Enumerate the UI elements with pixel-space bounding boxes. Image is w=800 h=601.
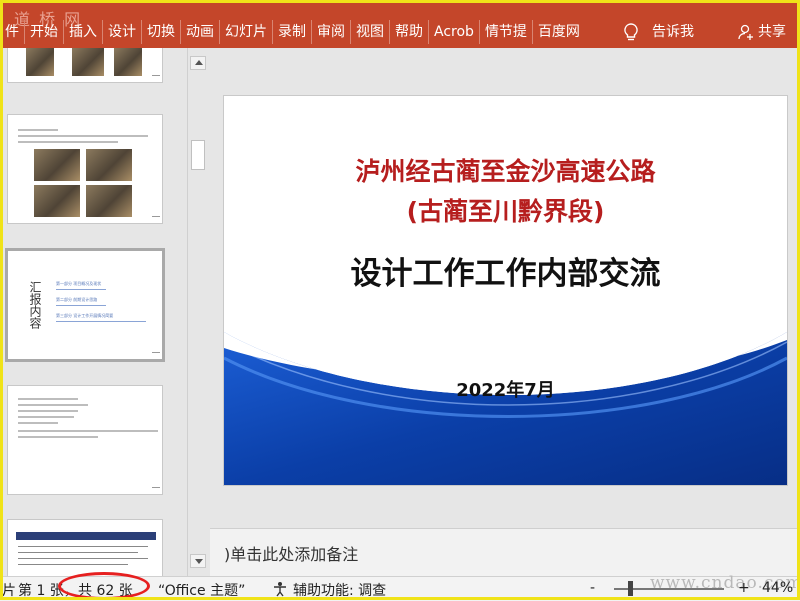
scrollbar-thumb[interactable] <box>191 140 205 170</box>
tab-home[interactable]: 开始 <box>24 20 63 44</box>
slide-title-line2: (古蔺至川黔界段) <box>406 197 605 226</box>
share-label: 共享 <box>758 24 786 40</box>
tab-insert[interactable]: 插入 <box>63 20 102 44</box>
thumbnail-photo <box>86 149 132 181</box>
status-slide-prefix: 片 <box>2 583 16 599</box>
thumbnail-slide-diagram[interactable] <box>8 520 162 576</box>
thumbnail-scrollbar[interactable] <box>187 48 210 576</box>
tab-transitions[interactable]: 切换 <box>141 20 180 44</box>
tab-acrobat[interactable]: Acrob <box>428 20 479 44</box>
thumbnail-slide-top[interactable] <box>8 48 162 82</box>
zoom-in-button[interactable]: + <box>738 580 750 596</box>
tell-me-search[interactable]: 告诉我 <box>652 22 694 42</box>
tab-storyboard[interactable]: 情节提 <box>478 20 532 44</box>
slide-title-line1: 泸州经古蔺至金沙高速公路 <box>355 157 656 186</box>
tab-record[interactable]: 录制 <box>272 20 311 44</box>
thumbnail-photo <box>34 185 80 217</box>
tab-help[interactable]: 帮助 <box>389 20 428 44</box>
share-button[interactable]: 共享 <box>738 22 786 42</box>
lightbulb-icon[interactable] <box>620 21 642 43</box>
thumbnail-slide-text[interactable] <box>8 386 162 494</box>
tab-review[interactable]: 审阅 <box>311 20 350 44</box>
thumbnail-item: 第三部分 设计工作开展情况简要 <box>56 313 114 318</box>
highlight-ellipse <box>58 572 150 600</box>
slide-date: 2022年7月 <box>456 380 555 401</box>
thumbnail-photo <box>26 48 54 76</box>
thumbnail-item: 第一部分 项目概况及现状 <box>56 281 102 286</box>
scroll-down-icon[interactable] <box>190 554 206 568</box>
current-slide[interactable]: 泸州经古蔺至金沙高速公路 (古蔺至川黔界段) 设计工作工作内部交流 2022年7… <box>224 96 787 485</box>
thumbnail-slide-photos[interactable] <box>8 115 162 223</box>
accessibility-icon[interactable] <box>272 581 290 597</box>
notes-placeholder: )单击此处添加备注 <box>224 545 359 564</box>
tab-animations[interactable]: 动画 <box>180 20 219 44</box>
status-accessibility[interactable]: 辅助功能: 调查 <box>293 580 386 600</box>
zoom-level[interactable]: 44% <box>762 580 793 596</box>
zoom-out-button[interactable]: - <box>590 580 595 596</box>
ribbon-tabs: 件 开始 插入 设计 切换 动画 幻灯片 录制 审阅 视图 帮助 Acrob 情… <box>0 20 585 44</box>
slide-editor: 泸州经古蔺至金沙高速公路 (古蔺至川黔界段) 设计工作工作内部交流 2022年7… <box>210 48 800 528</box>
tab-baidu-netdisk[interactable]: 百度网 <box>531 20 585 44</box>
scroll-up-icon[interactable] <box>190 56 206 70</box>
tab-slideshow[interactable]: 幻灯片 <box>219 20 272 44</box>
slide-subtitle: 设计工作工作内部交流 <box>350 256 661 292</box>
thumbnail-photo <box>34 149 80 181</box>
thumbnail-item: 第二部分 前期设计思路 <box>56 297 98 302</box>
ribbon-tab-bar: 道 桥 网 件 开始 插入 设计 切换 动画 幻灯片 录制 审阅 视图 帮助 A… <box>0 0 800 48</box>
tab-view[interactable]: 视图 <box>350 20 389 44</box>
tab-design[interactable]: 设计 <box>102 20 141 44</box>
thumbnail-slide-contents[interactable]: 汇报内容 第一部分 项目概况及现状 第二部分 前期设计思路 第三部分 设计工作开… <box>8 251 162 359</box>
thumbnail-photo <box>86 185 132 217</box>
person-add-icon <box>738 24 753 40</box>
thumbnail-photo <box>72 48 104 76</box>
notes-pane[interactable]: )单击此处添加备注 <box>210 528 800 577</box>
status-theme: “Office 主题” <box>158 583 246 599</box>
thumbnail-photo <box>114 48 142 76</box>
tab-file[interactable]: 件 <box>0 20 24 44</box>
thumbnail-contents-heading: 汇报内容 <box>28 281 42 329</box>
zoom-slider-knob[interactable] <box>628 581 633 596</box>
slide-thumbnail-pane: 汇报内容 第一部分 项目概况及现状 第二部分 前期设计思路 第三部分 设计工作开… <box>0 48 187 576</box>
